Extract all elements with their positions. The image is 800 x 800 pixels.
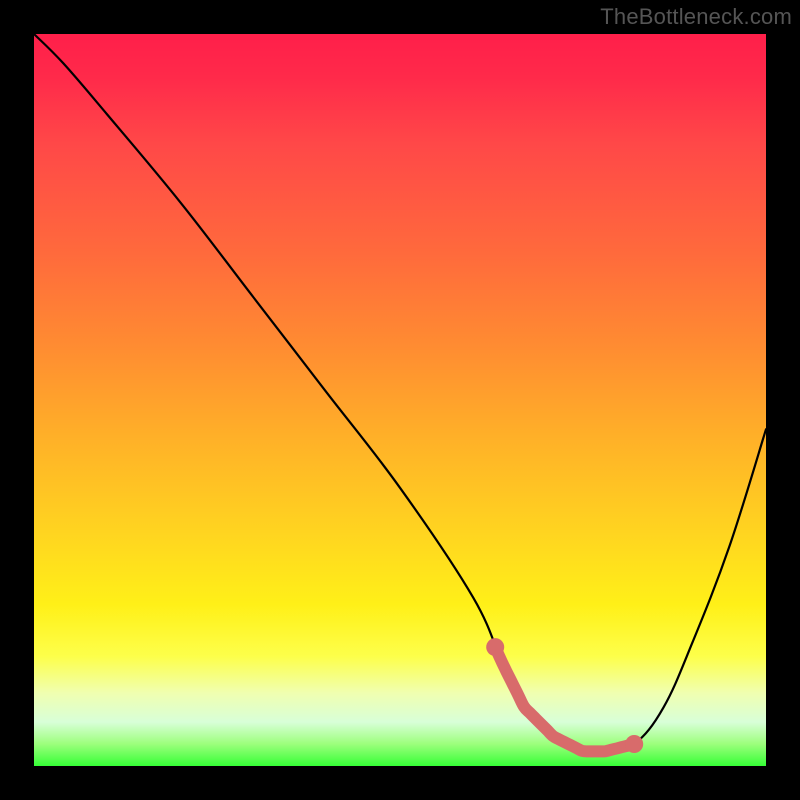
- curve-svg: [34, 34, 766, 766]
- chart-frame: TheBottleneck.com: [0, 0, 800, 800]
- plot-area: [34, 34, 766, 766]
- highlight-dot-start: [486, 638, 504, 656]
- highlight-dot-end: [625, 735, 643, 753]
- bottleneck-curve: [34, 34, 766, 753]
- highlight-segment: [495, 647, 634, 751]
- watermark-text: TheBottleneck.com: [600, 4, 792, 30]
